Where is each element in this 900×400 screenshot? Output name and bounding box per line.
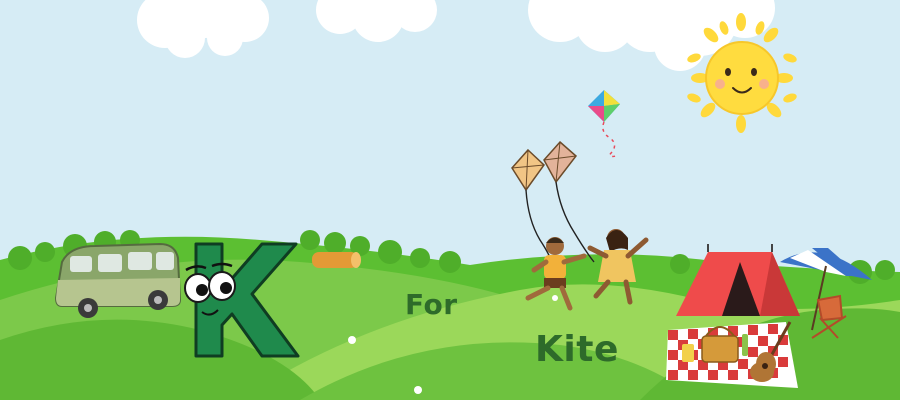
for-text: For	[405, 288, 458, 321]
kite-scene: For Kite	[0, 0, 900, 400]
log-icon	[312, 252, 361, 268]
van-icon	[54, 242, 182, 318]
scene-illustration	[0, 0, 900, 400]
picnic-blanket-icon	[666, 322, 798, 388]
kite-text: Kite	[535, 329, 619, 370]
